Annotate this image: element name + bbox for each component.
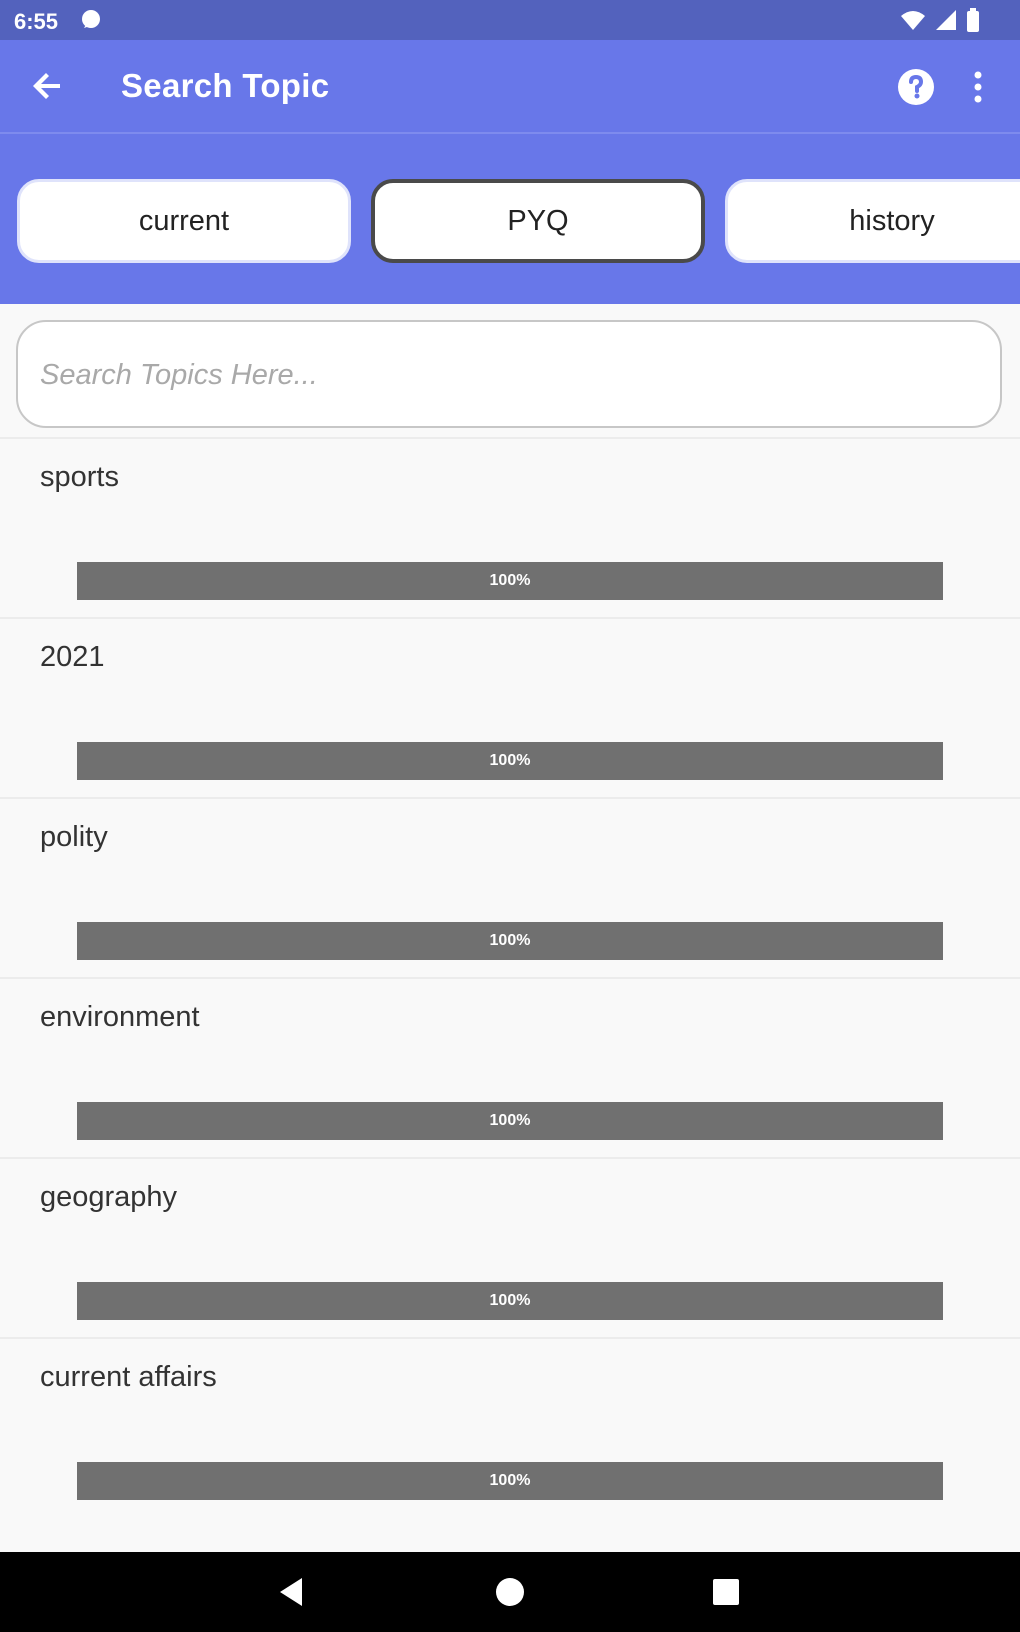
progress-bar: 100% [77, 922, 943, 960]
progress-text: 100% [489, 752, 531, 769]
wifi-icon [900, 8, 926, 37]
search-box [16, 320, 1002, 428]
chip-label: PYQ [507, 204, 569, 237]
topic-filter-bar: current PYQ history [0, 132, 1020, 304]
status-time: 6:55 [14, 9, 59, 34]
chip-history[interactable]: history [725, 179, 1020, 263]
topic-label: sports [40, 461, 119, 493]
chip-current[interactable]: current [17, 179, 351, 263]
nav-home-icon[interactable] [490, 1572, 530, 1612]
nav-back-icon[interactable] [272, 1572, 312, 1612]
topic-label: polity [40, 821, 108, 853]
progress-text: 100% [489, 1112, 531, 1129]
progress-bar: 100% [77, 742, 943, 780]
app-bar: Search Topic [0, 40, 1020, 132]
back-arrow-icon[interactable] [28, 66, 68, 106]
chip-pyq[interactable]: PYQ [371, 179, 705, 263]
page-title: Search Topic [121, 67, 330, 104]
topic-list: sports 100% 2021 100% polity 100% enviro… [0, 437, 1020, 1517]
battery-icon [966, 8, 980, 37]
topic-label: 2021 [40, 641, 105, 673]
list-item[interactable]: current affairs 100% [0, 1337, 1020, 1517]
list-item[interactable]: 2021 100% [0, 617, 1020, 797]
chip-label: current [138, 204, 230, 237]
list-item[interactable]: environment 100% [0, 977, 1020, 1157]
progress-bar: 100% [77, 1462, 943, 1500]
status-bar: 6:55 [0, 0, 1020, 40]
topic-label: current affairs [40, 1361, 217, 1393]
more-vert-icon[interactable] [968, 67, 988, 107]
message-icon [80, 9, 102, 36]
progress-text: 100% [489, 572, 531, 589]
progress-bar: 100% [77, 562, 943, 600]
help-icon[interactable] [896, 67, 936, 107]
system-nav-bar [0, 1552, 1020, 1632]
divider [0, 132, 1020, 134]
nav-recents-icon[interactable] [706, 1572, 746, 1612]
status-icons [900, 8, 980, 37]
topic-label: environment [40, 1001, 200, 1033]
progress-text: 100% [489, 1472, 531, 1489]
list-item[interactable]: geography 100% [0, 1157, 1020, 1337]
list-item[interactable]: sports 100% [0, 437, 1020, 617]
progress-text: 100% [489, 1292, 531, 1309]
progress-text: 100% [489, 932, 531, 949]
list-item[interactable]: polity 100% [0, 797, 1020, 977]
topic-label: geography [40, 1181, 178, 1213]
progress-bar: 100% [77, 1102, 943, 1140]
search-input[interactable] [38, 322, 982, 428]
signal-icon [934, 8, 958, 37]
progress-bar: 100% [77, 1282, 943, 1320]
chip-label: history [849, 204, 935, 237]
